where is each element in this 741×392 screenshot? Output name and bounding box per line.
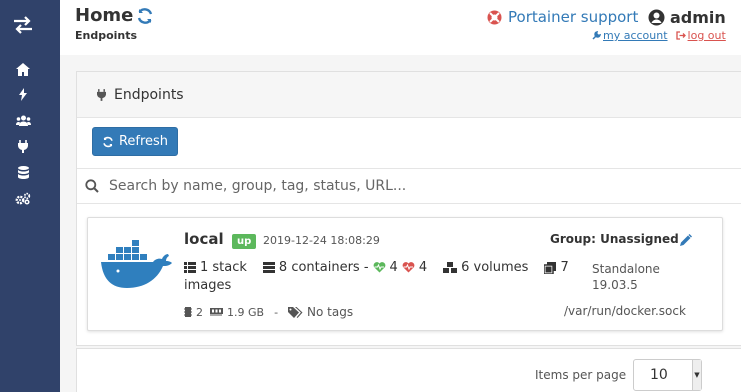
endpoints-panel: Endpoints Refresh local up 2019-12-24 18… bbox=[76, 71, 741, 346]
breadcrumb: Endpoints bbox=[75, 29, 138, 42]
items-per-page-value: 10 bbox=[650, 367, 668, 383]
stacks-count: 1 stack bbox=[200, 260, 247, 275]
search-icon bbox=[85, 179, 99, 193]
panel-title: Endpoints bbox=[114, 86, 184, 103]
containers-stat: 8 containers - 4 4 bbox=[262, 260, 428, 275]
home-icon[interactable] bbox=[14, 60, 32, 78]
tags-label: No tags bbox=[307, 305, 354, 319]
sign-out-icon bbox=[675, 31, 686, 40]
my-account-link[interactable]: my account bbox=[592, 29, 668, 42]
life-ring-icon bbox=[487, 10, 502, 24]
plug-icon bbox=[97, 88, 106, 101]
endpoint-name: local bbox=[184, 230, 224, 248]
endpoint-group: Group: Unassigned bbox=[550, 232, 679, 246]
tags-icon bbox=[288, 306, 303, 318]
my-account-label: my account bbox=[603, 29, 668, 42]
endpoint-stats: 1 stack 8 containers - 4 4 6 volumes 7 bbox=[184, 260, 569, 275]
memory-icon bbox=[210, 308, 223, 316]
logout-link[interactable]: log out bbox=[675, 29, 726, 42]
refresh-label: Refresh bbox=[118, 134, 169, 149]
images-count: 7 bbox=[560, 260, 569, 275]
pencil-icon[interactable] bbox=[679, 232, 692, 251]
images-stat: 7 bbox=[544, 260, 569, 275]
status-badge: up bbox=[232, 234, 257, 249]
caret-down-icon: ▼ bbox=[692, 360, 701, 390]
items-per-page-select[interactable]: 10 ▼ bbox=[633, 359, 702, 391]
page-title: Home bbox=[75, 5, 134, 26]
memory-size: 1.9 GB bbox=[227, 305, 265, 319]
account-links: my account log out bbox=[592, 29, 726, 42]
microchip-icon bbox=[184, 307, 192, 317]
sidebar bbox=[0, 0, 60, 392]
endpoint-card[interactable]: local up 2019-12-24 18:08:29 Group: Unas… bbox=[87, 217, 723, 331]
engine-version: 19.03.5 bbox=[592, 278, 638, 292]
search-input[interactable] bbox=[109, 178, 669, 194]
users-icon[interactable] bbox=[14, 111, 32, 129]
docker-logo-icon bbox=[100, 238, 172, 294]
search-bar bbox=[77, 168, 741, 204]
user-circle-icon bbox=[648, 9, 665, 26]
plug-icon[interactable] bbox=[14, 137, 32, 155]
wrench-icon bbox=[592, 31, 601, 40]
refresh-icon bbox=[103, 136, 113, 147]
user-menu: admin bbox=[648, 8, 726, 27]
healthy-count: 4 bbox=[389, 260, 398, 275]
bolt-icon[interactable] bbox=[14, 85, 32, 103]
support-label: Portainer support bbox=[508, 8, 639, 26]
heartbeat-icon bbox=[402, 262, 415, 273]
pagination-panel: Items per page 10 ▼ bbox=[76, 348, 741, 392]
images-label: images bbox=[184, 278, 232, 293]
th-list-icon bbox=[184, 262, 196, 273]
endpoint-meta: 2 1.9 GB - No tags bbox=[184, 305, 353, 319]
username: admin bbox=[670, 8, 726, 27]
cubes-icon bbox=[443, 261, 458, 273]
volumes-count: 6 volumes bbox=[461, 260, 529, 275]
logout-label: log out bbox=[687, 29, 726, 42]
volumes-stat: 6 volumes bbox=[443, 260, 528, 275]
top-bar: Home Endpoints Portainer support admin m… bbox=[60, 0, 741, 55]
meta-separator: - bbox=[274, 305, 279, 319]
sidebar-toggle-icon[interactable] bbox=[12, 14, 34, 36]
endpoint-url: /var/run/docker.sock bbox=[564, 304, 686, 318]
refresh-button[interactable]: Refresh bbox=[92, 127, 178, 156]
cogs-icon[interactable] bbox=[14, 189, 32, 207]
panel-header: Endpoints bbox=[77, 72, 741, 118]
clone-icon bbox=[544, 261, 557, 274]
cpu-count: 2 bbox=[196, 305, 203, 319]
unhealthy-count: 4 bbox=[418, 260, 428, 275]
support-link[interactable]: Portainer support bbox=[487, 8, 638, 26]
items-per-page-label: Items per page bbox=[535, 368, 627, 382]
server-icon bbox=[262, 262, 275, 273]
engine-info: Standalone 19.03.5 bbox=[592, 261, 660, 293]
stacks-stat: 1 stack bbox=[184, 260, 247, 275]
containers-count: 8 containers - bbox=[278, 260, 369, 275]
engine-type: Standalone bbox=[592, 262, 660, 276]
refresh-icon[interactable] bbox=[136, 7, 154, 29]
database-icon[interactable] bbox=[14, 163, 32, 181]
heartbeat-icon bbox=[373, 262, 385, 273]
endpoint-timestamp: 2019-12-24 18:08:29 bbox=[263, 234, 380, 247]
